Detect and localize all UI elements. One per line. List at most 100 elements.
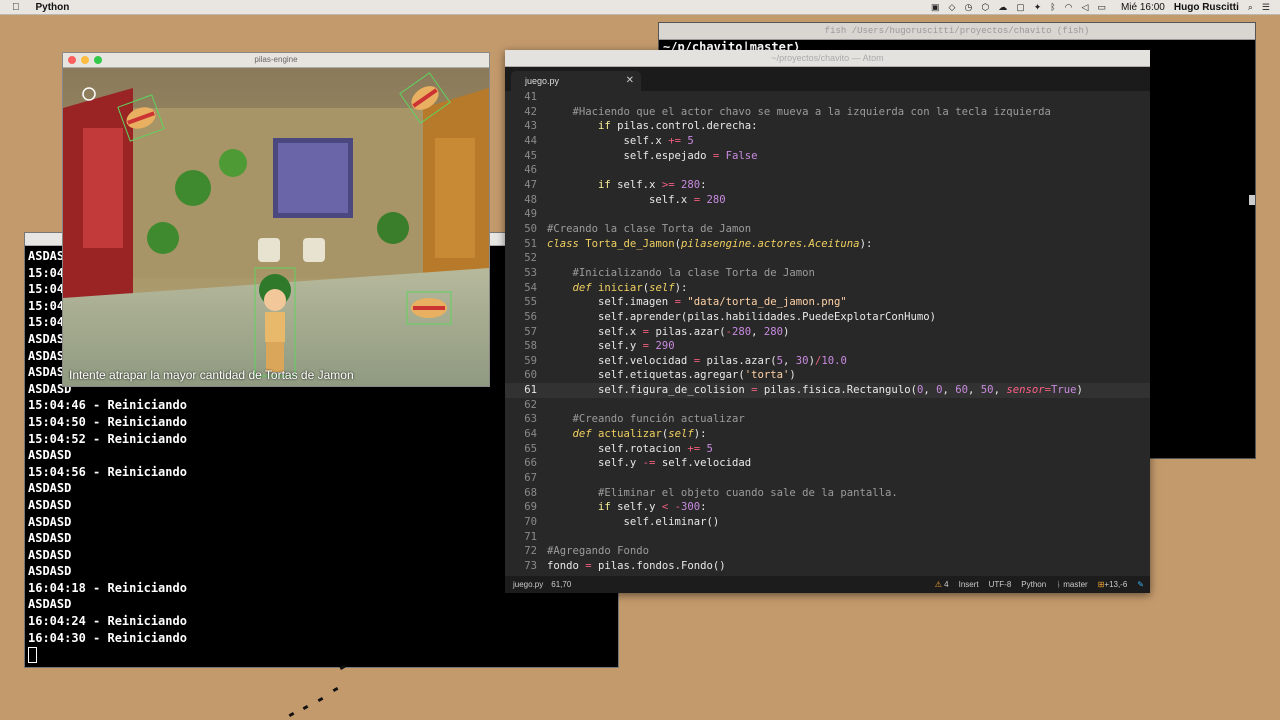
line-number[interactable]: 44 <box>505 134 537 149</box>
code-area[interactable]: 41 42 #Haciendo que el actor chavo se mue… <box>505 90 1150 576</box>
game-canvas[interactable]: Intente atrapar la mayor cantidad de Tor… <box>63 68 489 386</box>
code-line[interactable]: 52 <box>505 251 1150 266</box>
status-grammar[interactable]: Python <box>1021 576 1046 593</box>
line-number[interactable]: 60 <box>505 368 537 383</box>
code-line[interactable]: 46 <box>505 163 1150 178</box>
status-cursor-position[interactable]: 61,70 <box>551 576 571 593</box>
line-number[interactable]: 47 <box>505 178 537 193</box>
line-number[interactable]: 43 <box>505 119 537 134</box>
line-number[interactable]: 50 <box>505 222 537 237</box>
line-number[interactable]: 73 <box>505 559 537 574</box>
list-icon[interactable]: ☰ <box>1262 2 1270 13</box>
code-line[interactable]: 73 fondo = pilas.fondos.Fondo() <box>505 559 1150 574</box>
code-line[interactable]: 66 self.y -= self.velocidad <box>505 456 1150 471</box>
code-line[interactable]: 60 self.etiquetas.agregar('torta') <box>505 368 1150 383</box>
search-icon[interactable]: ⌕ <box>1248 2 1253 13</box>
line-number[interactable]: 64 <box>505 427 537 442</box>
line-number[interactable]: 68 <box>505 486 537 501</box>
code-line[interactable]: 72 #Agregando Fondo <box>505 544 1150 559</box>
user-name[interactable]: Hugo Ruscitti <box>1174 2 1239 13</box>
menubar-clock[interactable]: Mié 16:00 <box>1121 2 1165 13</box>
window-icon[interactable]: ▢ <box>1016 2 1025 13</box>
line-number[interactable]: 57 <box>505 325 537 340</box>
cloud-icon[interactable]: ☁ <box>998 2 1007 13</box>
terminal-cursor[interactable] <box>28 646 37 663</box>
line-number[interactable]: 56 <box>505 310 537 325</box>
twitter-icon[interactable]: ✎ <box>1137 576 1144 593</box>
bluetooth-icon[interactable]: ᛒ <box>1050 2 1055 12</box>
code-line[interactable]: 67 <box>505 471 1150 486</box>
close-button[interactable] <box>68 56 76 64</box>
minimize-button[interactable] <box>81 56 89 64</box>
code-line[interactable]: 56 self.aprender(pilas.habilidades.Puede… <box>505 310 1150 325</box>
game-window[interactable]: pilas-engine Intente atrapar la mayor ca… <box>62 52 490 387</box>
volume-icon[interactable]: ◁ <box>1082 2 1089 13</box>
line-number[interactable]: 48 <box>505 193 537 208</box>
line-number[interactable]: 49 <box>505 207 537 222</box>
code-line[interactable]: 48 self.x = 280 <box>505 193 1150 208</box>
line-number[interactable]: 67 <box>505 471 537 486</box>
code-line[interactable]: 53 #Inicializando la clase Torta de Jamo… <box>505 266 1150 281</box>
line-number[interactable]: 55 <box>505 295 537 310</box>
tab-juego-py[interactable]: juego.py ✕ <box>511 71 641 91</box>
code-line[interactable]: 58 self.y = 290 <box>505 339 1150 354</box>
code-line[interactable]: 51 class Torta_de_Jamon(pilasengine.actor… <box>505 237 1150 252</box>
line-number[interactable]: 46 <box>505 163 537 178</box>
share-icon[interactable]: ✦ <box>1034 2 1042 13</box>
code-line[interactable]: 41 <box>505 90 1150 105</box>
code-line[interactable]: 59 self.velocidad = pilas.azar(5, 30)/10… <box>505 354 1150 369</box>
status-warnings[interactable]: ⚠ 4 <box>935 576 949 593</box>
wifi-icon[interactable]: ◠ <box>1065 2 1073 13</box>
close-icon[interactable]: ✕ <box>626 71 634 91</box>
code-line[interactable]: 57 self.x = pilas.azar(-280, 280) <box>505 325 1150 340</box>
line-number[interactable]: 70 <box>505 515 537 530</box>
status-file[interactable]: juego.py <box>513 576 543 593</box>
code-line[interactable]: 70 self.eliminar() <box>505 515 1150 530</box>
dropbox-icon[interactable]: ⬡ <box>981 2 989 13</box>
terminal-titlebar[interactable]: fish /Users/hugoruscitti/proyectos/chavi… <box>659 23 1255 40</box>
game-titlebar[interactable]: pilas-engine <box>63 53 489 68</box>
line-number[interactable]: 65 <box>505 442 537 457</box>
line-number[interactable]: 45 <box>505 149 537 164</box>
battery-icon[interactable]: ▭ <box>1097 2 1106 13</box>
code-line[interactable]: 62 <box>505 398 1150 413</box>
line-number[interactable]: 58 <box>505 339 537 354</box>
code-line[interactable]: 43 if pilas.control.derecha: <box>505 119 1150 134</box>
line-number[interactable]: 63 <box>505 412 537 427</box>
line-number[interactable]: 71 <box>505 530 537 545</box>
line-number[interactable]: 59 <box>505 354 537 369</box>
code-line[interactable]: 55 self.imagen = "data/torta_de_jamon.pn… <box>505 295 1150 310</box>
code-line[interactable]: 68 #Eliminar el objeto cuando sale de la… <box>505 486 1150 501</box>
status-branch[interactable]: ᚿ master <box>1056 576 1088 593</box>
editor-titlebar[interactable]: ~/proyectos/chavito — Atom <box>505 50 1150 67</box>
code-line[interactable]: 61 self.figura_de_colision = pilas.fisic… <box>505 383 1150 398</box>
status-diff[interactable]: ⊞+13,-6 <box>1098 576 1128 593</box>
status-mode[interactable]: Insert <box>959 576 979 593</box>
line-number[interactable]: 62 <box>505 398 537 413</box>
code-line[interactable]: 54 def iniciar(self): <box>505 281 1150 296</box>
video-icon[interactable]: ▣ <box>931 2 940 13</box>
code-line[interactable]: 63 #Creando función actualizar <box>505 412 1150 427</box>
code-line[interactable]: 50 #Creando la clase Torta de Jamon <box>505 222 1150 237</box>
code-editor-window[interactable]: ~/proyectos/chavito — Atom juego.py ✕ 41… <box>505 50 1150 593</box>
code-line[interactable]: 71 <box>505 530 1150 545</box>
line-number[interactable]: 53 <box>505 266 537 281</box>
apple-icon[interactable]:  <box>12 2 20 13</box>
line-number[interactable]: 66 <box>505 456 537 471</box>
code-line[interactable]: 42 #Haciendo que el actor chavo se mueva… <box>505 105 1150 120</box>
line-number[interactable]: 54 <box>505 281 537 296</box>
line-number[interactable]: 52 <box>505 251 537 266</box>
code-line[interactable]: 47 if self.x >= 280: <box>505 178 1150 193</box>
line-number[interactable]: 41 <box>505 90 537 105</box>
code-line[interactable]: 64 def actualizar(self): <box>505 427 1150 442</box>
status-encoding[interactable]: UTF-8 <box>989 576 1012 593</box>
tag-icon[interactable]: ◇ <box>949 2 956 13</box>
code-line[interactable]: 65 self.rotacion += 5 <box>505 442 1150 457</box>
line-number[interactable]: 51 <box>505 237 537 252</box>
app-menu-name[interactable]: Python <box>36 2 70 13</box>
code-line[interactable]: 49 <box>505 207 1150 222</box>
history-icon[interactable]: ◷ <box>964 2 972 13</box>
code-line[interactable]: 45 self.espejado = False <box>505 149 1150 164</box>
line-number[interactable]: 61 <box>505 383 537 398</box>
zoom-button[interactable] <box>94 56 102 64</box>
